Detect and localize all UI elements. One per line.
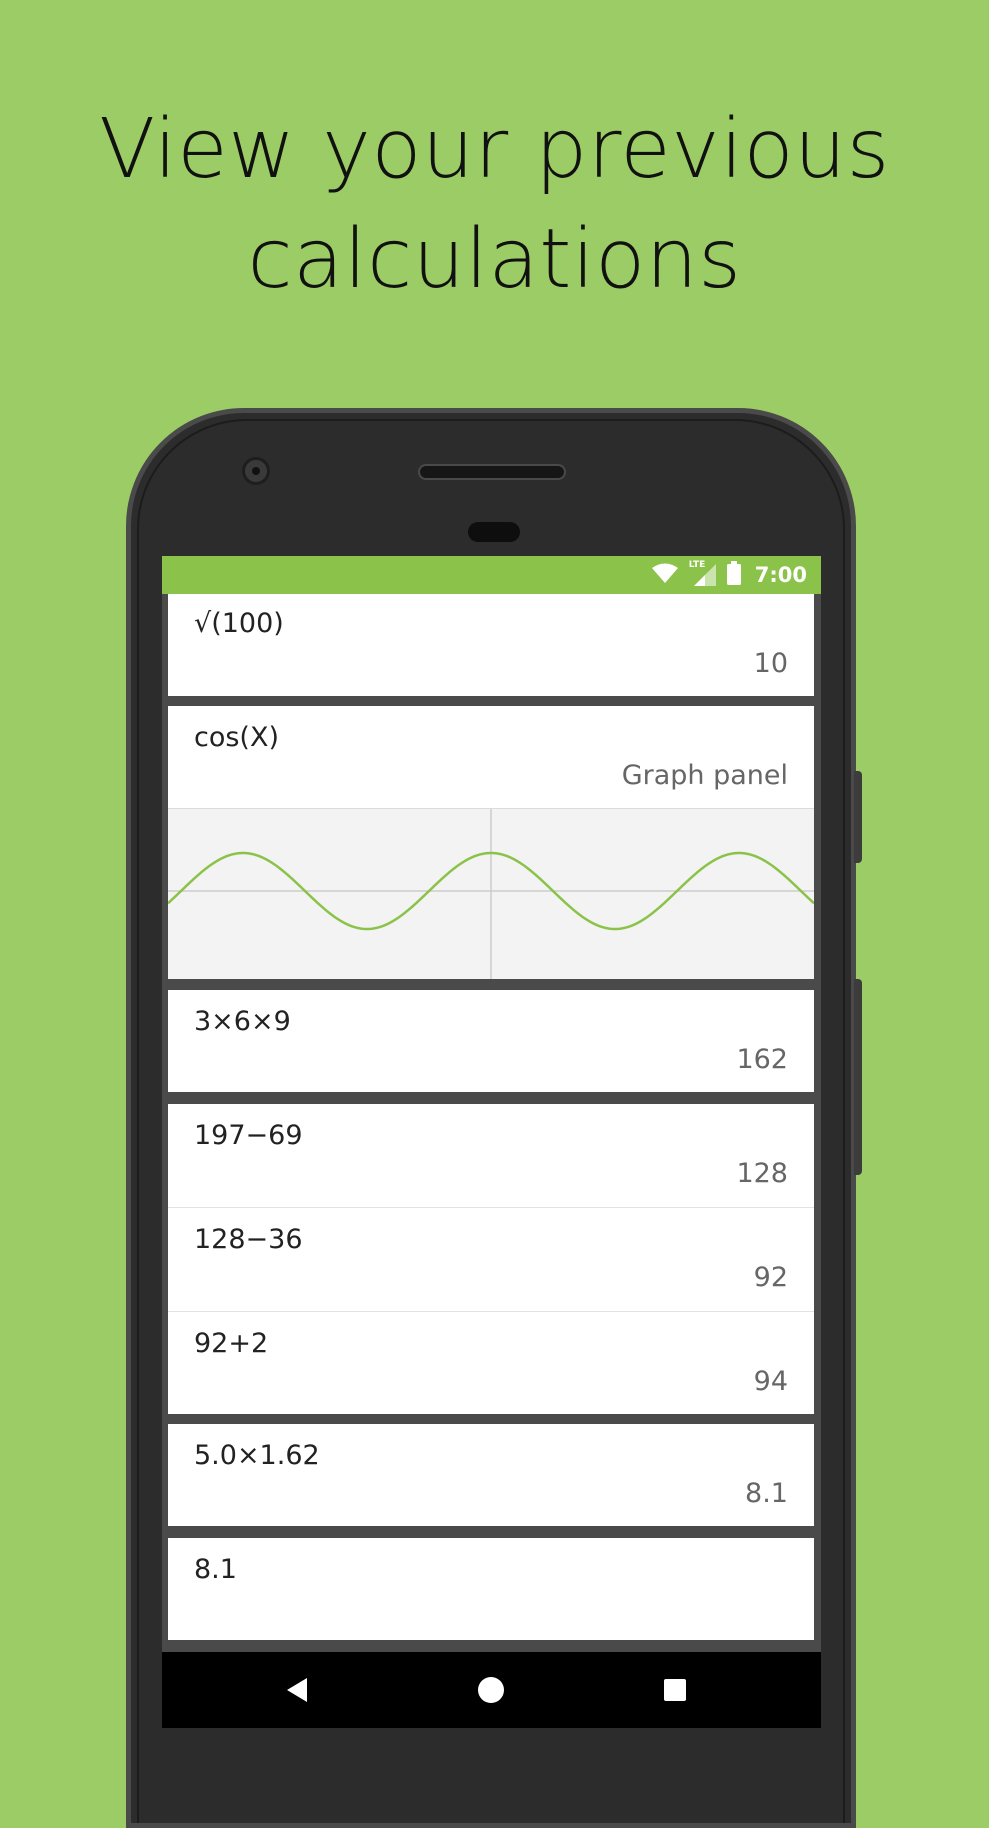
phone-screen: LTE 7:00 √(100) 10 cos(X) Graph panel 3×…: [162, 556, 821, 1728]
graph-card[interactable]: cos(X) Graph panel: [168, 706, 814, 979]
history-card-group[interactable]: 197−69 128 128−36 92 92+2 94: [168, 1104, 814, 1414]
proximity-sensor: [468, 522, 520, 542]
history-expression: √(100): [194, 608, 284, 639]
history-result: 94: [753, 1366, 788, 1397]
history-result: 128: [736, 1158, 788, 1189]
history-result: 92: [753, 1262, 788, 1293]
power-button: [854, 771, 862, 863]
history-row[interactable]: 128−36 92: [168, 1208, 814, 1310]
home-button[interactable]: [441, 1652, 541, 1728]
history-result: 8.1: [745, 1478, 788, 1509]
history-card[interactable]: 3×6×9 162: [168, 990, 814, 1092]
recents-button[interactable]: [625, 1652, 725, 1728]
battery-icon: [726, 561, 741, 589]
history-expression: 3×6×9: [194, 1006, 291, 1037]
status-bar: LTE 7:00: [162, 556, 821, 594]
history-card[interactable]: 5.0×1.62 8.1: [168, 1424, 814, 1526]
history-expression: 197−69: [194, 1120, 303, 1151]
lte-signal-icon: LTE: [688, 560, 717, 587]
graph-panel[interactable]: [168, 808, 814, 979]
wifi-icon: [651, 562, 679, 588]
headline-line-1: View your previous: [99, 102, 890, 197]
recents-icon: [664, 1679, 686, 1701]
history-expression: 8.1: [194, 1554, 237, 1585]
history-list[interactable]: √(100) 10 cos(X) Graph panel 3×6×9 162 1…: [162, 594, 821, 1672]
history-expression: 92+2: [194, 1328, 269, 1359]
history-card[interactable]: √(100) 10: [168, 594, 814, 696]
front-camera: [242, 457, 270, 485]
back-button[interactable]: [247, 1652, 347, 1728]
back-icon: [287, 1678, 307, 1702]
history-expression: 128−36: [194, 1224, 303, 1255]
volume-button: [854, 979, 862, 1175]
graph-panel-label[interactable]: Graph panel: [622, 760, 788, 791]
cosine-graph: [168, 809, 814, 979]
history-result: 162: [736, 1044, 788, 1075]
status-time: 7:00: [754, 563, 807, 587]
navigation-bar: [162, 1652, 821, 1728]
history-expression: 5.0×1.62: [194, 1440, 320, 1471]
headline-line-2: calculations: [247, 212, 742, 307]
history-card[interactable]: 8.1: [168, 1538, 814, 1640]
history-row[interactable]: 92+2 94: [168, 1312, 814, 1414]
home-icon: [478, 1677, 504, 1703]
lte-label: LTE: [688, 560, 706, 570]
history-row[interactable]: 197−69 128: [168, 1104, 814, 1206]
history-result: 10: [753, 648, 788, 679]
status-icons: LTE 7:00: [651, 556, 807, 594]
headline: View your previous calculations: [0, 95, 989, 315]
graph-expression: cos(X): [194, 722, 279, 753]
earpiece-speaker: [418, 464, 566, 480]
